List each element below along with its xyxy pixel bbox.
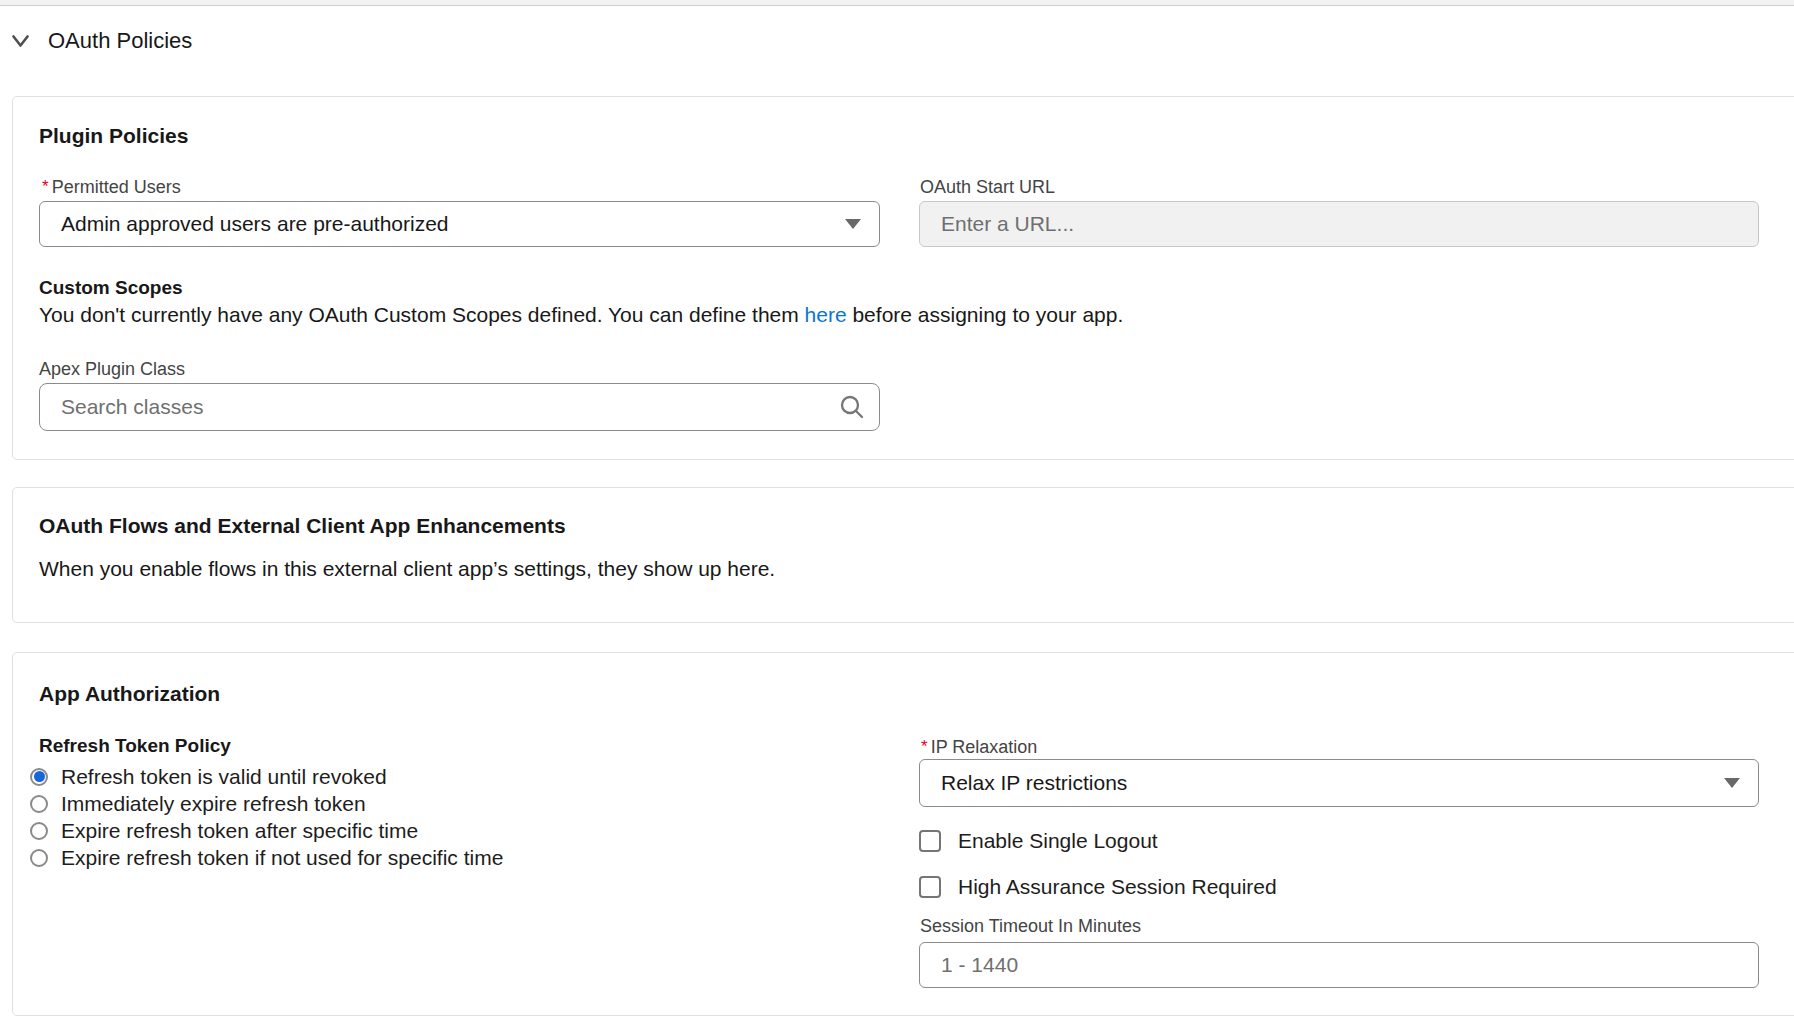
refresh-token-policy-label: Refresh Token Policy <box>39 735 231 757</box>
custom-scopes-text: You don't currently have any OAuth Custo… <box>39 303 1123 327</box>
radio-expire-if-not-used[interactable]: Expire refresh token if not used for spe… <box>30 844 503 871</box>
apex-plugin-class-search-input[interactable]: Search classes <box>39 383 880 431</box>
radio-button[interactable] <box>30 795 48 813</box>
required-asterisk: * <box>921 737 928 756</box>
here-link[interactable]: here <box>805 303 847 326</box>
dropdown-arrow-icon <box>845 219 861 229</box>
session-timeout-placeholder: 1 - 1440 <box>920 953 1018 977</box>
custom-scopes-label: Custom Scopes <box>39 277 183 299</box>
refresh-token-policy-radio-group: Refresh token is valid until revoked Imm… <box>30 763 503 871</box>
oauth-start-url-placeholder: Enter a URL... <box>920 212 1074 236</box>
oauth-policies-page: OAuth Policies Plugin Policies *Permitte… <box>0 0 1794 1030</box>
ip-relaxation-select[interactable]: Relax IP restrictions <box>919 759 1759 807</box>
dropdown-arrow-icon <box>1724 778 1740 788</box>
high-assurance-session-checkbox[interactable] <box>919 876 941 898</box>
permitted-users-select[interactable]: Admin approved users are pre-authorized <box>39 201 880 247</box>
oauth-flows-title: OAuth Flows and External Client App Enha… <box>39 514 566 538</box>
session-timeout-label: Session Timeout In Minutes <box>920 916 1141 937</box>
top-divider <box>0 0 1794 6</box>
required-asterisk: * <box>42 177 49 196</box>
oauth-start-url-label: OAuth Start URL <box>920 177 1055 198</box>
chevron-down-icon[interactable] <box>12 34 29 49</box>
oauth-flows-card: OAuth Flows and External Client App Enha… <box>12 487 1794 623</box>
enable-single-logout-row[interactable]: Enable Single Logout <box>919 829 1158 853</box>
plugin-policies-card: Plugin Policies *Permitted Users Admin a… <box>12 96 1794 460</box>
ip-relaxation-label: *IP Relaxation <box>921 737 1037 758</box>
oauth-flows-description: When you enable flows in this external c… <box>39 557 775 581</box>
radio-expire-after-time[interactable]: Expire refresh token after specific time <box>30 817 503 844</box>
radio-button[interactable] <box>30 849 48 867</box>
radio-refresh-token-valid-until-revoked[interactable]: Refresh token is valid until revoked <box>30 763 503 790</box>
app-authorization-title: App Authorization <box>39 682 220 706</box>
permitted-users-label: *Permitted Users <box>42 177 181 198</box>
oauth-policies-section-header[interactable]: OAuth Policies <box>12 26 192 56</box>
oauth-start-url-input[interactable]: Enter a URL... <box>919 201 1759 247</box>
radio-immediately-expire[interactable]: Immediately expire refresh token <box>30 790 503 817</box>
high-assurance-session-row[interactable]: High Assurance Session Required <box>919 875 1277 899</box>
radio-button[interactable] <box>30 768 48 786</box>
app-authorization-card: App Authorization Refresh Token Policy R… <box>12 652 1794 1016</box>
search-icon <box>839 394 865 420</box>
plugin-policies-title: Plugin Policies <box>39 124 188 148</box>
radio-button[interactable] <box>30 822 48 840</box>
apex-plugin-class-placeholder: Search classes <box>40 395 203 419</box>
apex-plugin-class-label: Apex Plugin Class <box>39 359 185 380</box>
session-timeout-input[interactable]: 1 - 1440 <box>919 942 1759 988</box>
enable-single-logout-checkbox[interactable] <box>919 830 941 852</box>
section-title: OAuth Policies <box>48 28 192 54</box>
